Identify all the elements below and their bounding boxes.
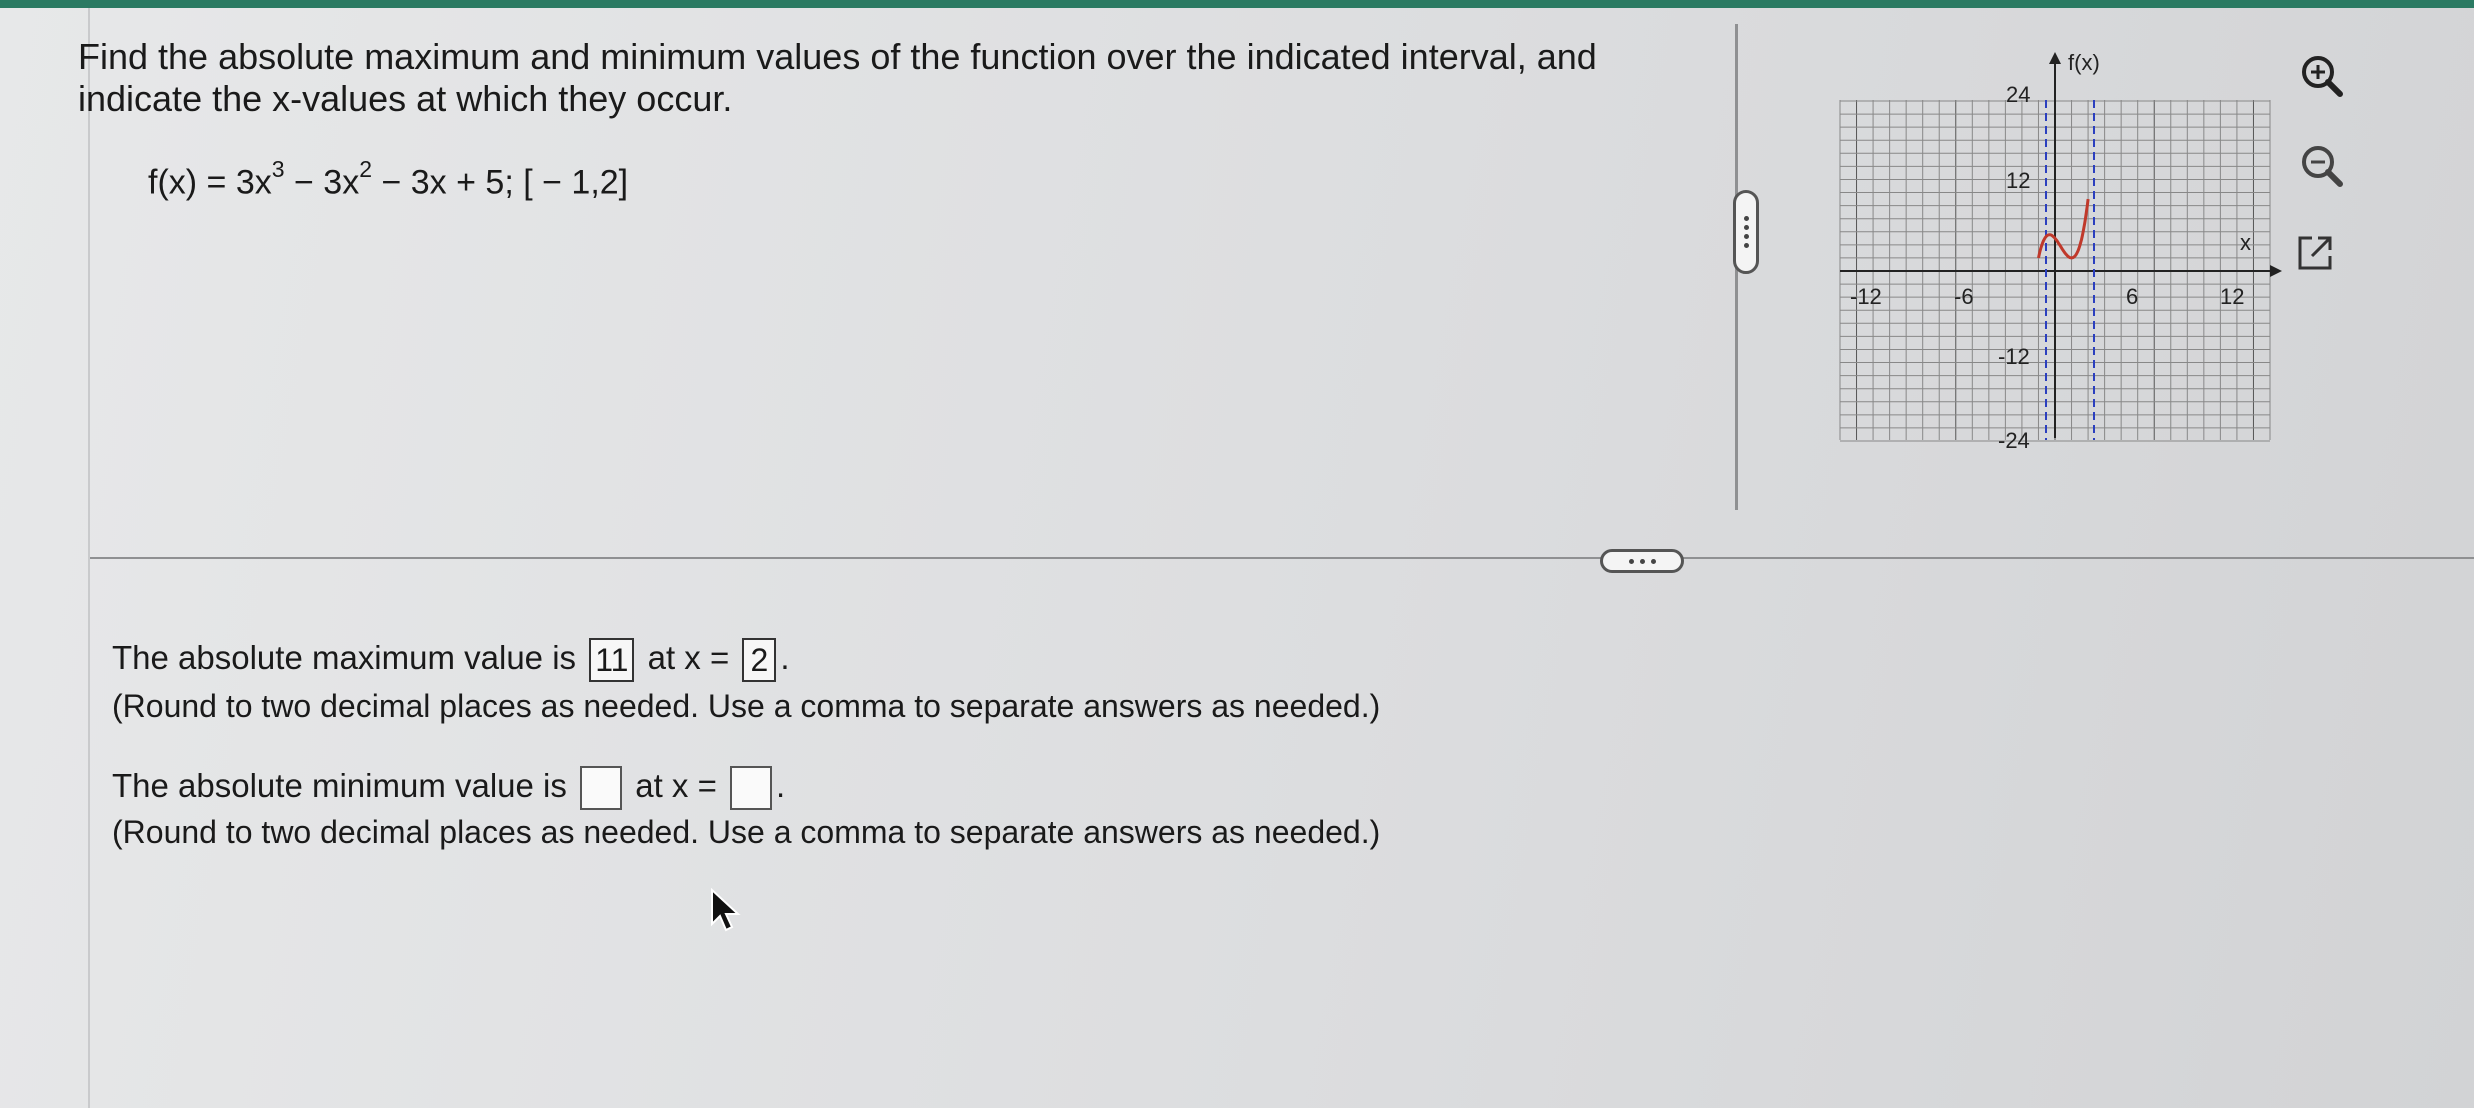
max-prefix: The absolute maximum value is xyxy=(112,639,577,676)
y-tick-label: -12 xyxy=(1998,344,2030,369)
min-x-input[interactable] xyxy=(730,766,773,811)
horizontal-resize-handle[interactable] xyxy=(1600,549,1684,573)
y-tick-label: -24 xyxy=(1998,428,2030,453)
at-x-label: at x = xyxy=(647,639,730,676)
zoom-in-button[interactable] xyxy=(2296,50,2346,100)
round-note-max: (Round to two decimal places as needed. … xyxy=(112,688,1381,724)
x-tick-label: -12 xyxy=(1850,284,1882,309)
y-tick-label: 12 xyxy=(2006,168,2030,193)
mouse-pointer-icon xyxy=(710,887,742,939)
max-answer-line: The absolute maximum value is 11 at x = … xyxy=(112,636,790,683)
min-value-input[interactable] xyxy=(580,766,623,811)
function-graph[interactable]: f(x) x -12 -6 6 12 24 12 -12 -24 xyxy=(1830,40,2290,465)
horizontal-divider xyxy=(90,557,2474,559)
round-note-min: (Round to two decimal places as needed. … xyxy=(112,814,1381,850)
x-tick-label: 6 xyxy=(2126,284,2138,309)
external-link-icon xyxy=(2298,236,2332,270)
y-tick-label: 24 xyxy=(2006,82,2030,107)
zoom-out-button[interactable] xyxy=(2296,140,2346,190)
x-axis-label: x xyxy=(2240,230,2251,255)
top-accent-bar xyxy=(0,0,2474,8)
x-tick-label: 12 xyxy=(2220,284,2244,309)
min-prefix: The absolute minimum value is xyxy=(112,767,567,804)
x-tick-label: -6 xyxy=(1954,284,1974,309)
min-answer-line: The absolute minimum value is at x = . xyxy=(112,764,785,811)
at-x-label: at x = xyxy=(635,767,717,804)
vertical-resize-handle[interactable] xyxy=(1733,190,1759,274)
y-axis-arrow xyxy=(2049,52,2061,64)
question-prompt: Find the absolute maximum and minimum va… xyxy=(78,36,1597,119)
function-formula: f(x) = 3x3 − 3x2 − 3x + 5; [ − 1,2] xyxy=(148,156,629,202)
max-x-input[interactable]: 2 xyxy=(742,638,777,683)
zoom-out-icon xyxy=(2302,146,2343,187)
y-axis-label: f(x) xyxy=(2068,50,2100,75)
x-axis-arrow xyxy=(2270,265,2282,277)
max-value-input[interactable]: 11 xyxy=(589,638,635,683)
popout-button[interactable] xyxy=(2290,228,2340,278)
zoom-in-icon xyxy=(2302,56,2343,97)
